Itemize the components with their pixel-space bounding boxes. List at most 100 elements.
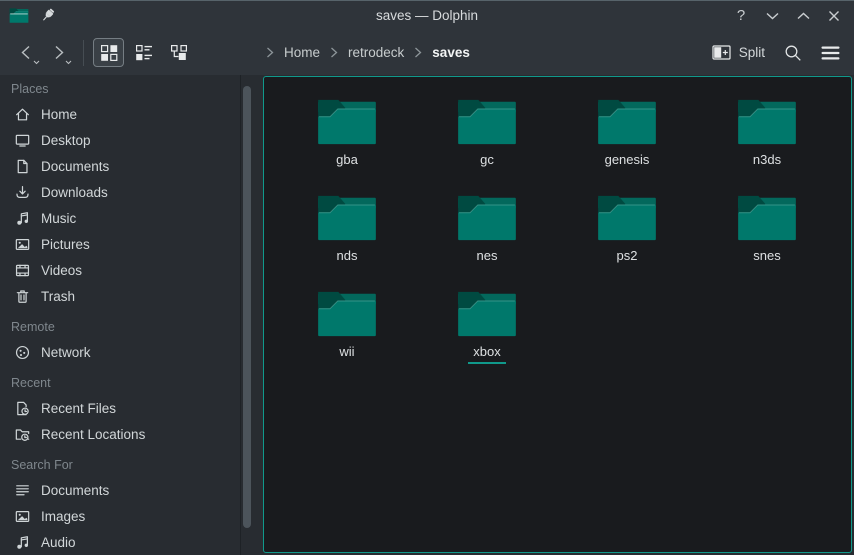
document-icon	[14, 158, 31, 175]
folder-icon	[736, 193, 798, 243]
sidebar-item-label: Audio	[41, 535, 76, 550]
folder-item-wii[interactable]: wii	[277, 277, 417, 373]
sidebar-item-desktop[interactable]: Desktop	[0, 127, 240, 153]
breadcrumb-item-home[interactable]: Home	[284, 45, 320, 60]
folder-icon	[316, 193, 378, 243]
folder-view[interactable]: gba gc genesis n3ds nds nes ps2 snes	[263, 76, 852, 553]
sidebar-item-documents[interactable]: Documents	[0, 153, 240, 179]
sidebar-item-label: Desktop	[41, 133, 91, 148]
folder-label: nds	[332, 248, 363, 268]
sidebar-item-music[interactable]: Music	[0, 205, 240, 231]
pin-icon[interactable]	[41, 8, 56, 23]
folder-item-ps2[interactable]: ps2	[557, 181, 697, 277]
sidebar-item-label: Pictures	[41, 237, 90, 252]
folder-label: ps2	[612, 248, 643, 268]
split-button[interactable]: Split	[712, 45, 765, 60]
section-header-recent: Recent	[0, 371, 240, 395]
section-header-search-for: Search For	[0, 453, 240, 477]
folder-label: nes	[472, 248, 503, 268]
back-button[interactable]	[10, 37, 42, 69]
folder-item-nds[interactable]: nds	[277, 181, 417, 277]
breadcrumb: Home retrodeck saves	[266, 30, 470, 75]
close-icon	[828, 10, 840, 22]
breadcrumb-chevron-icon[interactable]	[330, 47, 338, 58]
sidebar-item-pictures[interactable]: Pictures	[0, 231, 240, 257]
sidebar-item-search-audio[interactable]: Audio	[0, 529, 240, 555]
section-header-remote: Remote	[0, 315, 240, 339]
trash-icon	[14, 288, 31, 305]
split-button-label: Split	[739, 45, 765, 60]
maximize-button[interactable]	[795, 8, 811, 24]
details-view-button[interactable]	[128, 38, 159, 67]
titlebar: saves — Dolphin ?	[0, 0, 854, 30]
chevron-left-icon	[19, 45, 34, 60]
folder-label: gc	[475, 152, 499, 172]
sidebar-item-recent-locations[interactable]: Recent Locations	[0, 421, 240, 447]
sidebar-item-label: Documents	[41, 483, 109, 498]
sidebar-item-recent-files[interactable]: Recent Files	[0, 395, 240, 421]
sidebar-item-label: Videos	[41, 263, 82, 278]
folder-icon	[316, 289, 378, 339]
breadcrumb-root-chevron-icon[interactable]	[266, 47, 274, 58]
folder-item-genesis[interactable]: genesis	[557, 85, 697, 181]
search-icon	[784, 44, 802, 62]
sidebar-item-label: Downloads	[41, 185, 108, 200]
folder-label: snes	[748, 248, 785, 268]
recent-folder-icon	[14, 426, 31, 443]
chevron-down-icon	[766, 12, 779, 20]
breadcrumb-chevron-icon[interactable]	[414, 47, 422, 58]
sidebar-item-downloads[interactable]: Downloads	[0, 179, 240, 205]
sidebar-divider	[240, 75, 241, 555]
places-panel: Places Home Desktop Documents Downloads	[0, 75, 240, 555]
text-lines-icon	[14, 482, 31, 499]
forward-dropdown-caret-icon[interactable]	[65, 60, 72, 65]
icons-view-icon	[100, 44, 118, 62]
folder-label: genesis	[600, 152, 655, 172]
forward-button[interactable]	[42, 37, 74, 69]
folder-icon	[456, 97, 518, 147]
details-view-icon	[135, 44, 153, 62]
back-dropdown-caret-icon[interactable]	[33, 60, 40, 65]
sidebar-item-network[interactable]: Network	[0, 339, 240, 365]
window-title: saves — Dolphin	[0, 8, 854, 23]
search-button[interactable]	[784, 44, 802, 62]
music-note-icon	[14, 210, 31, 227]
recent-file-icon	[14, 400, 31, 417]
breadcrumb-item-saves[interactable]: saves	[432, 45, 470, 60]
folder-item-gba[interactable]: gba	[277, 85, 417, 181]
folder-item-snes[interactable]: snes	[697, 181, 837, 277]
sidebar-item-label: Trash	[41, 289, 75, 304]
section-header-places: Places	[0, 77, 240, 101]
split-view-icon	[712, 45, 731, 60]
sidebar-item-home[interactable]: Home	[0, 101, 240, 127]
chevron-up-icon	[797, 12, 810, 20]
tree-view-button[interactable]	[163, 38, 194, 67]
folder-grid: gba gc genesis n3ds nds nes ps2 snes	[264, 77, 851, 373]
toolbar: Home retrodeck saves Split	[0, 30, 854, 75]
folder-item-xbox[interactable]: xbox	[417, 277, 557, 373]
sidebar-item-videos[interactable]: Videos	[0, 257, 240, 283]
folder-icon	[736, 97, 798, 147]
breadcrumb-item-retrodeck[interactable]: retrodeck	[348, 45, 404, 60]
menu-button[interactable]	[821, 46, 840, 60]
sidebar-item-search-documents[interactable]: Documents	[0, 477, 240, 503]
folder-item-gc[interactable]: gc	[417, 85, 557, 181]
question-mark-icon: ?	[737, 8, 745, 24]
toolbar-separator	[83, 40, 84, 66]
sidebar-item-search-images[interactable]: Images	[0, 503, 240, 529]
folder-label: wii	[334, 344, 359, 364]
minimize-button[interactable]	[764, 8, 780, 24]
folder-icon	[456, 289, 518, 339]
close-button[interactable]	[826, 8, 842, 24]
folder-item-nes[interactable]: nes	[417, 181, 557, 277]
folder-item-n3ds[interactable]: n3ds	[697, 85, 837, 181]
folder-icon	[456, 193, 518, 243]
sidebar-item-trash[interactable]: Trash	[0, 283, 240, 309]
help-button[interactable]: ?	[733, 8, 749, 24]
hamburger-icon	[821, 46, 840, 60]
folder-icon	[596, 193, 658, 243]
image-icon	[14, 508, 31, 525]
sidebar-scrollbar[interactable]	[243, 86, 251, 528]
icons-view-button[interactable]	[93, 38, 124, 67]
desktop-icon	[14, 132, 31, 149]
